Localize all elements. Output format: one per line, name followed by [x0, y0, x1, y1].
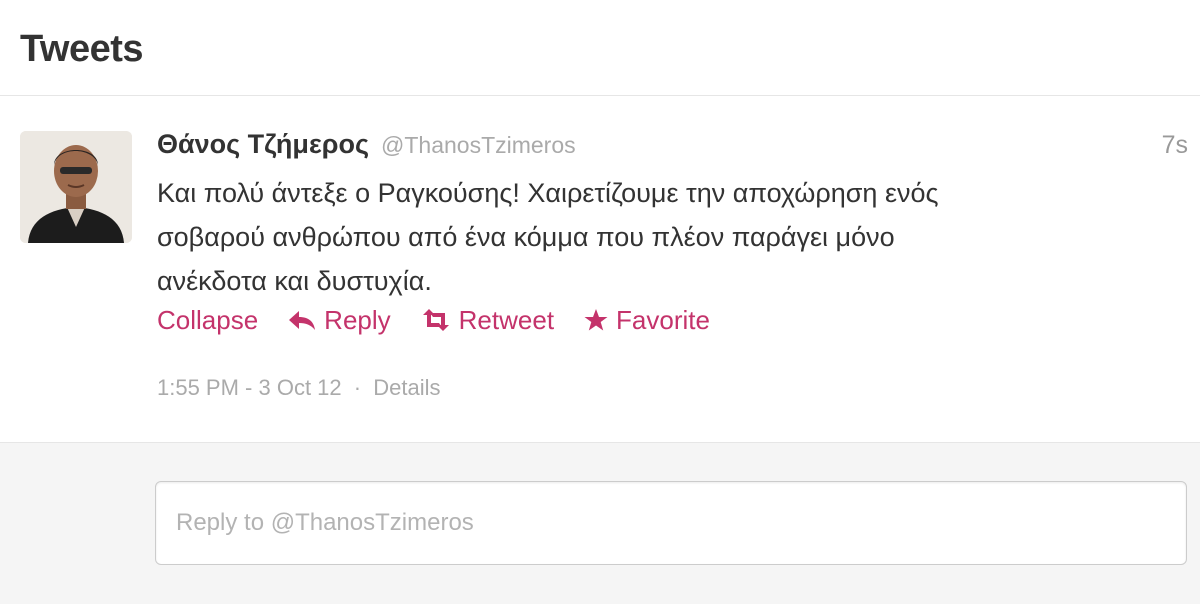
tweets-page: Tweets Θάνος Τζήμερος @ThanosTzimeros 7s…	[0, 0, 1200, 604]
tweet-actions: Collapse Reply Retweet Favorite	[157, 302, 710, 338]
tweet-datetime[interactable]: 1:55 PM - 3 Oct 12	[157, 375, 342, 400]
reply-area	[0, 442, 1200, 604]
reply-input[interactable]	[156, 482, 1186, 564]
reply-button[interactable]: Reply	[288, 304, 391, 336]
retweet-icon	[421, 309, 451, 331]
collapse-button[interactable]: Collapse	[157, 305, 258, 336]
author-username[interactable]: @ThanosTzimeros	[381, 132, 576, 159]
star-icon	[584, 308, 608, 332]
collapse-label: Collapse	[157, 304, 259, 335]
tweets-header: Tweets	[0, 0, 1200, 96]
tweet-text-line: σοβαρού ανθρώπου από ένα κόμμα που πλέον…	[157, 222, 895, 252]
favorite-label: Favorite	[616, 304, 710, 335]
reply-label: Reply	[324, 304, 391, 335]
reply-arrow-icon	[288, 309, 316, 331]
tweet-text-line: ανέκδοτα και δυστυχία.	[157, 266, 432, 296]
tweet-meta: 1:55 PM - 3 Oct 12 · Details	[157, 375, 440, 401]
tweet-header: Θάνος Τζήμερος @ThanosTzimeros	[157, 129, 576, 165]
avatar[interactable]	[20, 131, 132, 243]
tweet-timestamp[interactable]: 7s	[1162, 131, 1188, 160]
avatar-image	[20, 131, 132, 243]
page-title: Tweets	[20, 28, 144, 70]
reply-box[interactable]	[155, 481, 1187, 565]
tweet[interactable]: Θάνος Τζήμερος @ThanosTzimeros 7s Και πο…	[0, 97, 1200, 442]
retweet-label: Retweet	[458, 304, 555, 335]
meta-separator: ·	[353, 375, 362, 400]
favorite-button[interactable]: Favorite	[584, 305, 710, 336]
retweet-button[interactable]: Retweet	[421, 305, 554, 336]
author-fullname[interactable]: Θάνος Τζήμερος	[157, 129, 369, 160]
tweet-text-line: Και πολύ άντεξε ο Ραγκούσης! Χαιρετίζουμ…	[157, 178, 939, 208]
details-link[interactable]: Details	[373, 375, 440, 400]
tweet-text: Και πολύ άντεξε ο Ραγκούσης! Χαιρετίζουμ…	[157, 171, 1157, 303]
